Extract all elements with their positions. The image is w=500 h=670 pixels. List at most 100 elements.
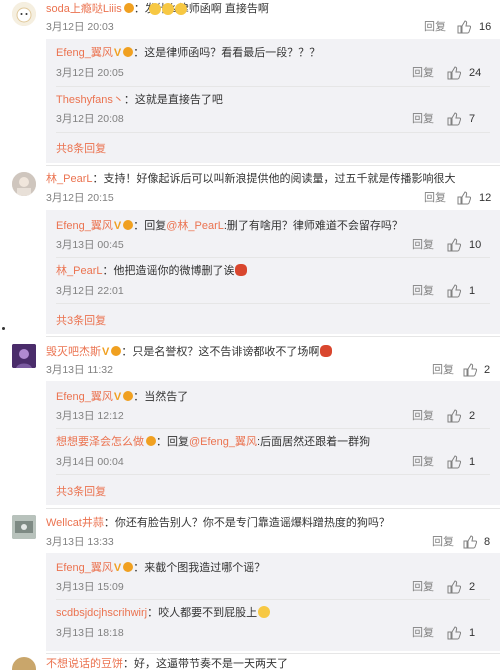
comment-user-name[interactable]: Wellcat井蒜 <box>46 517 104 529</box>
reply-time: 3月14日 00:04 <box>56 456 124 468</box>
comment-body: 林_PearL：支持！好像起诉后可以叫新浪提供他的阅读量，过五千就是传播影响很大 <box>46 173 456 185</box>
vip-badge-icon <box>123 3 134 13</box>
comment-user-name[interactable]: 林_PearL <box>46 173 92 185</box>
verified-v-icon: V <box>113 391 122 403</box>
angry-emoji-icon <box>235 264 248 276</box>
vip-badge-icon <box>123 391 134 401</box>
like-icon[interactable] <box>447 66 461 80</box>
like-count: 1 <box>469 285 476 297</box>
reply-user-name[interactable]: Theshyfans丶 <box>56 94 124 106</box>
like-icon[interactable] <box>447 238 461 252</box>
reply-button[interactable]: 回复 <box>412 112 434 126</box>
like-icon[interactable] <box>447 409 461 423</box>
like-count: 16 <box>479 21 492 33</box>
like-count: 24 <box>469 67 482 79</box>
laugh-emoji-icon <box>149 3 161 15</box>
reply-time: 3月13日 12:12 <box>56 410 124 422</box>
reply-button[interactable]: 回复 <box>412 66 434 80</box>
reply-user-name[interactable]: 林_PearL <box>56 265 102 277</box>
reply-time: 3月13日 15:09 <box>56 581 124 593</box>
like-icon[interactable] <box>447 455 461 469</box>
comment-time: 3月12日 20:03 <box>46 21 114 33</box>
like-icon[interactable] <box>457 20 471 34</box>
comment-body: Wellcat井蒜：你还有脸告别人？你不是专门靠造谣爆料蹭热度的狗吗？ <box>46 517 390 529</box>
reply-button[interactable]: 回复 <box>412 409 434 423</box>
like-icon[interactable] <box>447 626 461 640</box>
like-count: 1 <box>469 456 476 468</box>
divider <box>56 428 490 429</box>
verified-v-icon: V <box>102 346 110 358</box>
reply-button[interactable]: 回复 <box>432 535 454 549</box>
comment-time: 3月13日 11:32 <box>46 364 113 376</box>
reply-body: scdbsjdcjhscrihwirj：咬人都要不到屁股上 <box>56 606 271 620</box>
like-icon[interactable] <box>447 580 461 594</box>
divider <box>56 303 490 304</box>
divider <box>56 257 490 258</box>
verified-v-icon: V <box>113 47 122 59</box>
reply-time: 3月13日 00:45 <box>56 239 124 251</box>
comment-user-name[interactable]: soda上瘾哒Liiis <box>46 3 122 15</box>
reply-button[interactable]: 回复 <box>432 363 454 377</box>
reply-button[interactable]: 回复 <box>424 191 446 205</box>
avatar[interactable] <box>12 2 36 26</box>
like-icon[interactable] <box>457 191 471 205</box>
reply-button[interactable]: 回复 <box>424 20 446 34</box>
reply-button[interactable]: 回复 <box>412 284 434 298</box>
divider <box>56 474 490 475</box>
divider <box>56 599 490 600</box>
reply-user-name[interactable]: Efeng_翼风 <box>56 391 113 403</box>
reply-user-name[interactable]: scdbsjdcjhscrihwirj <box>56 607 147 619</box>
reply-body: Theshyfans丶：这就是直接告了吧 <box>56 94 223 106</box>
vip-badge-icon <box>123 47 134 57</box>
mention-link[interactable]: @林_PearL <box>166 220 224 232</box>
reply-body: Efeng_翼风V ：当然告了 <box>56 391 189 403</box>
reply-user-name[interactable]: Efeng_翼风 <box>56 220 113 232</box>
angry-emoji-icon <box>320 345 333 357</box>
avatar[interactable] <box>12 657 36 670</box>
like-count: 1 <box>469 627 476 639</box>
like-count: 7 <box>469 113 476 125</box>
reply-time: 3月12日 22:01 <box>56 285 124 297</box>
comment-feed: soda上瘾哒Liiis ：发什么律师函啊 直接告啊 3月12日 20:03 回复… <box>0 0 500 670</box>
reply-body: 想想要泽会怎么做 ：回复@Efeng_翼风:后面居然还跟着一群狗 <box>56 436 371 448</box>
divider <box>46 336 500 337</box>
like-count: 2 <box>484 364 491 376</box>
more-replies-link[interactable]: 共3条回复 <box>56 483 106 499</box>
divider <box>46 653 500 654</box>
laugh-emoji-icon <box>175 3 187 15</box>
reply-button[interactable]: 回复 <box>412 455 434 469</box>
like-icon[interactable] <box>447 112 461 126</box>
divider <box>46 508 500 509</box>
comment-body: 毁灭吧杰斯V ：只是名誉权？这不告诽谤都收不了场啊 <box>46 345 333 359</box>
like-count: 8 <box>484 536 491 548</box>
like-icon[interactable] <box>463 535 477 549</box>
like-count: 2 <box>469 410 476 422</box>
like-count: 12 <box>479 192 492 204</box>
avatar[interactable] <box>12 515 36 539</box>
comment-time: 3月12日 20:15 <box>46 192 114 204</box>
more-replies-link[interactable]: 共3条回复 <box>56 312 106 328</box>
reply-button[interactable]: 回复 <box>412 580 434 594</box>
divider <box>56 86 490 87</box>
avatar[interactable] <box>12 172 36 196</box>
more-replies-link[interactable]: 共8条回复 <box>56 140 106 156</box>
comment-user-name[interactable]: 不想说话的豆饼 <box>46 658 123 670</box>
reply-user-name[interactable]: 想想要泽会怎么做 <box>56 436 144 448</box>
reply-user-name[interactable]: Efeng_翼风 <box>56 562 113 574</box>
like-icon[interactable] <box>447 284 461 298</box>
reply-button[interactable]: 回复 <box>412 238 434 252</box>
comment-user-name[interactable]: 毁灭吧杰斯 <box>46 346 101 358</box>
bullet-marker <box>2 327 5 330</box>
reply-user-name[interactable]: Efeng_翼风 <box>56 47 113 59</box>
reply-body: Efeng_翼风V ：回复@林_PearL:删了有啥用？律师难道不会留存吗？ <box>56 220 403 232</box>
vip-badge-icon <box>123 562 134 572</box>
avatar[interactable] <box>12 344 36 368</box>
verified-v-icon: V <box>113 220 122 232</box>
reply-button[interactable]: 回复 <box>412 626 434 640</box>
vip-badge-icon <box>123 220 134 230</box>
comment-time: 3月13日 13:33 <box>46 536 114 548</box>
mention-link[interactable]: @Efeng_翼风 <box>189 436 257 448</box>
reply-time: 3月12日 20:05 <box>56 67 124 79</box>
like-icon[interactable] <box>463 363 477 377</box>
reply-body: Efeng_翼风V ：来截个图我造过哪个谣？ <box>56 562 266 574</box>
